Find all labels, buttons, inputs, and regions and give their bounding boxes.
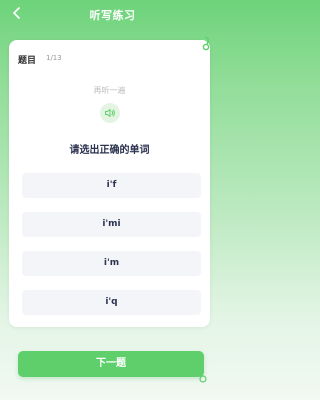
question-card: 题目 1/13 再听一遍 请选出正确的单词 i'f i'mi i'm i'q	[9, 40, 210, 327]
question-prompt: 请选出正确的单词	[69, 145, 150, 156]
option-1[interactable]: i'f	[22, 173, 201, 198]
next-question-button[interactable]: 下一题	[18, 351, 204, 377]
option-3[interactable]: i'm	[22, 251, 201, 276]
replay-link[interactable]: 再听一遍	[9, 85, 210, 96]
pin-decoration-icon	[202, 36, 210, 51]
option-4[interactable]: i'q	[22, 290, 201, 315]
play-audio-button[interactable]	[100, 103, 120, 123]
question-label: 题目	[18, 56, 37, 66]
question-counter: 1/13	[46, 54, 62, 62]
option-2[interactable]: i'mi	[22, 212, 201, 237]
page-title: 听写练习	[89, 9, 136, 22]
header-bar: 听写练习	[0, 0, 225, 28]
speaker-icon	[105, 109, 115, 117]
